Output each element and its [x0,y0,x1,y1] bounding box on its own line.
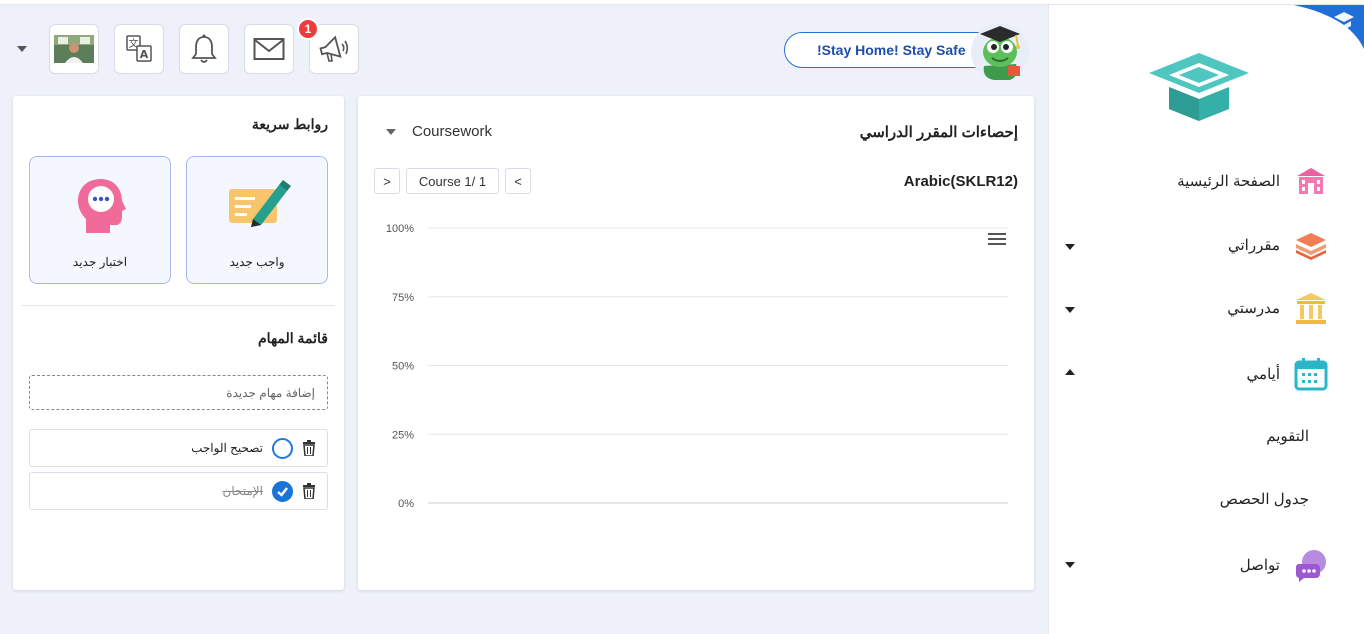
new-homework-tile[interactable]: واجب جديد [186,156,328,284]
pager-prev-button[interactable]: < [505,168,531,194]
translate-icon: 文 A [126,35,152,62]
school-icon [1294,291,1328,325]
notifications-button[interactable] [179,24,229,74]
task-text: الإمتحان [222,484,263,498]
trash-icon[interactable] [302,483,316,499]
chat-icon [1294,548,1328,582]
new-quiz-tile[interactable]: اختبار جديد [29,156,171,284]
quick-links-card: روابط سريعة واجب جديد اختبار جديد قائمة … [13,96,344,590]
task-list-title: قائمة المهام [258,330,328,346]
home-icon [1294,164,1328,198]
task-checkbox[interactable] [272,438,293,459]
messages-button[interactable] [244,24,294,74]
task-item: تصحيح الواجب [29,429,328,467]
megaphone-icon [319,35,349,62]
divider [22,305,335,306]
y-tick-label: 25% [392,429,414,441]
chart-menu-icon[interactable] [988,233,1006,247]
task-text: تصحيح الواجب [191,441,263,455]
y-tick-label: 75% [392,292,414,304]
translate-button[interactable]: 文 A [114,24,164,74]
sidebar: الصفحة الرئيسية مقرراتي مدرستي أيامي الت… [1048,5,1364,634]
y-tick-label: 0% [398,498,414,510]
sidebar-item-label: مدرستي [1227,300,1280,317]
mascot-image [971,23,1029,81]
mail-icon [253,38,285,60]
head-chat-icon [78,179,126,233]
sidebar-item-label: أيامي [1246,366,1280,383]
pager-label: Course 1/ 1 [406,168,499,194]
task-checkbox-checked[interactable] [272,481,293,502]
sidebar-item-label: مقرراتي [1228,237,1280,254]
avatar[interactable] [49,24,99,74]
task-item: الإمتحان [29,472,328,510]
school-logo-icon [1149,53,1249,121]
chevron-down-icon [386,128,396,135]
user-menu-caret-icon[interactable] [17,46,27,52]
corner-logo-icon [1294,5,1364,49]
sidebar-item-school[interactable]: مدرستي [1058,288,1328,328]
chevron-down-icon[interactable] [1065,307,1075,313]
sidebar-subitem-timetable[interactable]: جدول الحصص [1220,490,1309,508]
coursework-dropdown[interactable]: Coursework [386,123,492,140]
notification-badge: 1 [297,18,319,40]
avatar-image [54,35,94,63]
chevron-up-icon[interactable] [1065,369,1075,375]
svg-text:A: A [140,48,149,61]
quick-links-title: روابط سريعة [251,116,328,132]
new-quiz-label: اختبار جديد [72,255,128,269]
course-stats-card: إحصاءات المقرر الدراسي Coursework Arabic… [358,96,1034,590]
y-tick-label: 100% [386,223,414,235]
new-task-input[interactable] [29,375,328,410]
calendar-icon [1294,357,1328,391]
books-icon [1294,228,1328,262]
pen-note-icon [229,180,291,227]
coursework-chart: 100% 75% 50% 25% 0% [386,223,1008,510]
sidebar-subitem-calendar[interactable]: التقويم [1266,427,1309,445]
coursework-dropdown-value: Coursework [412,123,493,140]
sidebar-item-courses[interactable]: مقرراتي [1058,225,1328,265]
y-tick-label: 50% [392,361,414,373]
checkmark-icon [277,487,288,497]
bell-icon [191,34,217,63]
trash-icon[interactable] [302,440,316,456]
new-homework-label: واجب جديد [229,255,285,269]
chevron-down-icon[interactable] [1065,562,1075,568]
sidebar-item-label: تواصل [1239,557,1280,574]
sidebar-item-my-days[interactable]: أيامي [1058,354,1328,394]
sidebar-item-home[interactable]: الصفحة الرئيسية [1058,161,1328,201]
sidebar-item-label: الصفحة الرئيسية [1177,173,1280,190]
course-name: Arabic(SKLR12) [903,173,1018,190]
chevron-down-icon[interactable] [1065,244,1075,250]
course-stats-title: إحصاءات المقرر الدراسي [859,124,1018,141]
sidebar-item-communicate[interactable]: تواصل [1058,545,1328,585]
pager-next-button[interactable]: > [374,168,400,194]
